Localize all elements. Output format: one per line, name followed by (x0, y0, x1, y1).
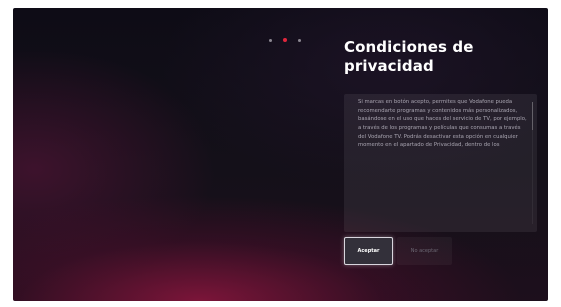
reject-button[interactable]: No aceptar (397, 237, 452, 265)
scrollbar-thumb[interactable] (532, 102, 533, 130)
scrollbar[interactable] (532, 102, 533, 224)
page-title: Condiciones de privacidad (344, 38, 474, 75)
privacy-text: Si marcas en botón acepto, permites que … (358, 99, 527, 149)
accept-button[interactable]: Aceptar (344, 237, 393, 265)
page-dot-active (283, 38, 287, 42)
page-indicator (269, 38, 301, 42)
tv-screen: Condiciones de privacidad Si marcas en b… (13, 8, 548, 301)
privacy-text-panel[interactable]: Si marcas en botón acepto, permites que … (344, 94, 537, 232)
page-dot (298, 38, 301, 42)
page-dot (269, 38, 272, 42)
